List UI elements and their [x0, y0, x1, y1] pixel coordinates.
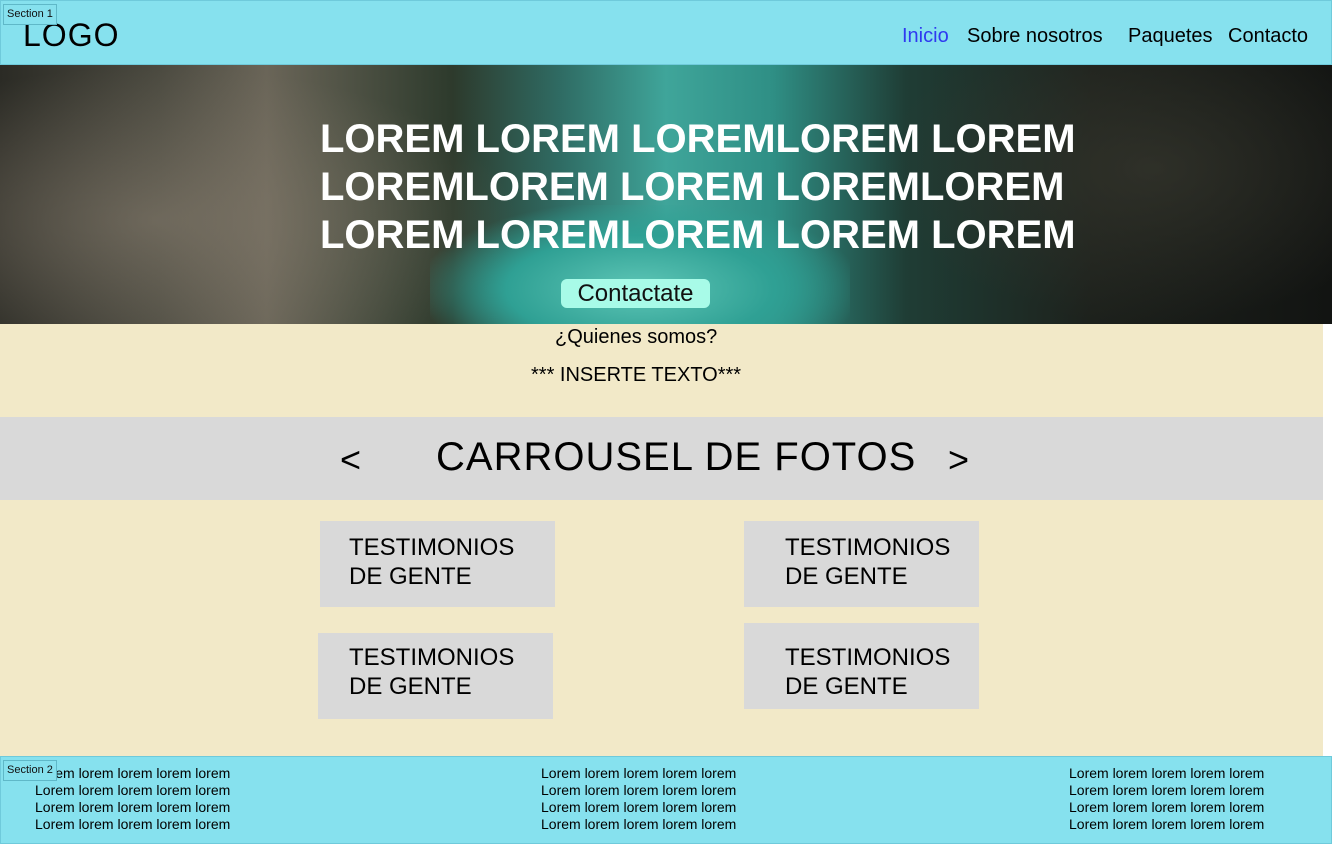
carousel-prev-button[interactable]: < [340, 439, 361, 481]
hero-title-line: LOREM LOREM LOREMLOREM LOREM [320, 117, 1076, 161]
testimonial-card: TESTIMONIOS DE GENTE [744, 623, 979, 709]
frame-label-section-2: Section 2 [3, 760, 57, 781]
nav-paquetes[interactable]: Paquetes [1128, 25, 1213, 48]
about-title: ¿Quienes somos? [555, 326, 718, 348]
testimonial-line: DE GENTE [349, 673, 472, 700]
site-footer: Lorem lorem lorem lorem lorem Lorem lore… [0, 756, 1332, 844]
footer-text: Lorem lorem lorem lorem lorem [35, 765, 231, 781]
footer-text: Lorem lorem lorem lorem lorem [541, 799, 737, 815]
testimonial-line: DE GENTE [349, 563, 472, 590]
testimonials-section: TESTIMONIOS DE GENTE TESTIMONIOS DE GENTE … [0, 500, 1323, 756]
testimonial-line: TESTIMONIOS [785, 644, 951, 671]
footer-text: Lorem lorem lorem lorem lorem [541, 765, 737, 781]
testimonial-line: DE GENTE [785, 673, 908, 700]
testimonial-card: TESTIMONIOS DE GENTE [320, 521, 555, 607]
footer-text: Lorem lorem lorem lorem lorem [1069, 816, 1265, 832]
hero-title: LOREM LOREM LOREMLOREM LOREM LOREMLOREM … [320, 115, 1080, 259]
nav-inicio[interactable]: Inicio [902, 25, 949, 48]
footer-text: Lorem lorem lorem lorem lorem [35, 816, 231, 832]
hero-title-line: LOREM LOREMLOREM LOREM LOREM [320, 213, 1076, 257]
testimonial-line: TESTIMONIOS [349, 644, 515, 671]
site-header: LOGO Inicio Sobre nosotros Paquetes Cont… [0, 0, 1332, 65]
nav-sobre-nosotros[interactable]: Sobre nosotros [967, 25, 1103, 48]
footer-text: Lorem lorem lorem lorem lorem [1069, 765, 1265, 781]
footer-text: Lorem lorem lorem lorem lorem [35, 799, 231, 815]
footer-text: Lorem lorem lorem lorem lorem [35, 782, 231, 798]
testimonial-line: TESTIMONIOS [349, 534, 515, 561]
contact-button[interactable]: Contactate [561, 279, 710, 308]
carousel-title: CARROUSEL DE FOTOS [436, 435, 917, 479]
nav-contacto[interactable]: Contacto [1228, 25, 1308, 48]
footer-column: Lorem lorem lorem lorem lorem Lorem lore… [1069, 765, 1264, 833]
about-section: ¿Quienes somos? *** INSERTE TEXTO*** [0, 324, 1323, 417]
photo-carousel: < CARROUSEL DE FOTOS > [0, 417, 1323, 500]
footer-text: Lorem lorem lorem lorem lorem [541, 816, 737, 832]
footer-text: Lorem lorem lorem lorem lorem [1069, 799, 1265, 815]
frame-label-section-1: Section 1 [3, 4, 57, 25]
footer-text: Lorem lorem lorem lorem lorem [541, 782, 737, 798]
footer-text: Lorem lorem lorem lorem lorem [1069, 782, 1265, 798]
footer-column: Lorem lorem lorem lorem lorem Lorem lore… [35, 765, 230, 833]
hero-title-line: LOREMLOREM LOREM LOREMLOREM [320, 165, 1065, 209]
about-text: *** INSERTE TEXTO*** [531, 364, 742, 386]
testimonial-line: DE GENTE [785, 563, 908, 590]
carousel-next-button[interactable]: > [948, 439, 969, 481]
footer-column: Lorem lorem lorem lorem lorem Lorem lore… [541, 765, 736, 833]
hero-banner: LOREM LOREM LOREMLOREM LOREM LOREMLOREM … [0, 65, 1332, 324]
testimonial-card: TESTIMONIOS DE GENTE [318, 633, 553, 719]
testimonial-card: TESTIMONIOS DE GENTE [744, 521, 979, 607]
testimonial-line: TESTIMONIOS [785, 534, 951, 561]
